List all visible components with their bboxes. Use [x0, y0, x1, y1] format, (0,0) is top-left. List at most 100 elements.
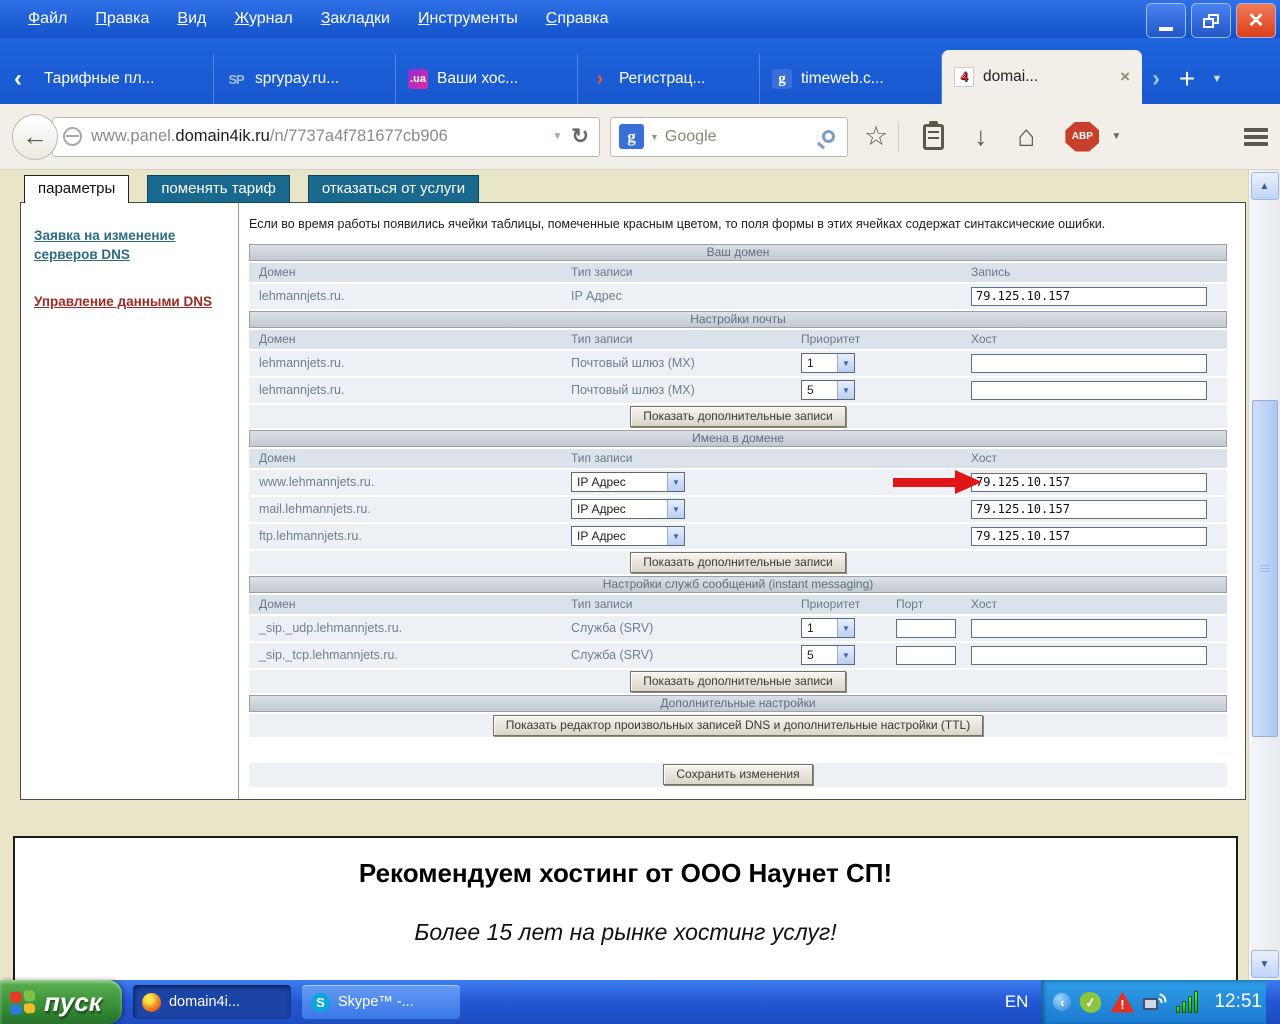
browser-tab-sprypay[interactable]: SP sprypay.ru... [214, 54, 396, 104]
show-additional-records-button[interactable]: Показать дополнительные записи [630, 670, 846, 692]
browser-tab-registration[interactable]: › Регистрац... [578, 54, 760, 104]
header-row: Домен Тип записи Приоритет Хост [249, 329, 1227, 349]
network-icon[interactable] [1143, 992, 1169, 1012]
record-type-select[interactable]: IP Адрес ▼ [571, 499, 685, 520]
menu-bookmarks[interactable]: Закладки [307, 3, 404, 35]
menu-tools[interactable]: Инструменты [404, 3, 532, 35]
host-input[interactable] [971, 645, 1207, 665]
menu-edit[interactable]: Правка [81, 3, 163, 35]
host-input[interactable] [971, 353, 1207, 373]
browser-tab-hosting-ua[interactable]: .ua Ваши хос... [396, 54, 578, 104]
close-button[interactable]: ✕ [1236, 3, 1276, 38]
start-button[interactable]: пуск [0, 980, 122, 1024]
domain-cell: _sip._udp.lehmannjets.ru. [259, 621, 403, 636]
search-engine-icon[interactable]: g [619, 124, 644, 149]
port-input[interactable] [896, 645, 956, 665]
search-engine-caret-icon[interactable]: ▼ [650, 132, 659, 142]
hide-icons-chevron-icon[interactable]: ‹ [1053, 993, 1072, 1011]
record-type-select[interactable]: IP Адрес ▼ [571, 472, 685, 493]
host-input[interactable] [971, 380, 1207, 400]
scroll-tabs-right-button[interactable]: › [1142, 54, 1170, 104]
minimize-button[interactable] [1146, 3, 1186, 38]
tab-close-icon[interactable]: × [1120, 67, 1130, 87]
new-tab-button[interactable]: + [1170, 54, 1204, 104]
downloads-icon[interactable]: ↓ [974, 121, 987, 152]
search-magnifier-icon[interactable] [822, 130, 835, 143]
domain-cell: www.lehmannjets.ru. [259, 475, 375, 490]
menu-help[interactable]: Справка [532, 3, 623, 35]
bookmark-star-icon[interactable]: ☆ [864, 121, 888, 152]
language-indicator[interactable]: EN [1005, 992, 1029, 1012]
taskbar-clock[interactable]: 12:51 [1214, 991, 1262, 1013]
sidebar-link-dns-servers-request[interactable]: Заявка на изменение серверов DNS [34, 227, 224, 265]
show-additional-records-button[interactable]: Показать дополнительные записи [630, 551, 846, 573]
site-identity-globe-icon[interactable] [63, 127, 82, 146]
priority-select[interactable]: 1 ▼ [801, 353, 855, 374]
scroll-up-button[interactable]: ▲ [1250, 172, 1279, 200]
warning-triangle-icon[interactable]: ! [1110, 991, 1135, 1013]
browser-tab-timeweb[interactable]: g timeweb.c... [760, 54, 942, 104]
back-button[interactable]: ← [12, 113, 58, 160]
record-input[interactable] [971, 286, 1207, 306]
minimize-icon [1159, 26, 1173, 31]
host-input[interactable] [971, 526, 1207, 546]
dns-panel: Заявка на изменение серверов DNS Управле… [20, 202, 1246, 800]
navigation-toolbar: ← www.panel.domain4ik.ru/n/7737a4f781677… [0, 104, 1280, 170]
scroll-down-button[interactable]: ▼ [1250, 950, 1279, 978]
url-text[interactable]: www.panel.domain4ik.ru/n/7737a4f781677cb… [91, 127, 543, 146]
tab-parameters[interactable]: параметры [24, 175, 130, 203]
taskbar: пуск domain4i... S Skype™ -... EN ‹ ✓ ! … [0, 980, 1280, 1024]
table-row: lehmannjets.ru. Почтовый шлюз (MX) 5 ▼ [249, 377, 1227, 403]
tab-cancel-service[interactable]: отказаться от услуги [307, 175, 480, 203]
show-dns-editor-button[interactable]: Показать редактор произвольных записей D… [492, 714, 984, 736]
search-box[interactable]: g ▼ [610, 116, 848, 157]
scrollbar-track[interactable] [1250, 202, 1279, 948]
url-dropdown-icon[interactable]: ▼ [552, 131, 562, 142]
save-changes-button[interactable]: Сохранить изменения [663, 764, 813, 786]
priority-select[interactable]: 5 ▼ [801, 380, 855, 401]
adblock-caret-icon[interactable]: ▼ [1111, 131, 1121, 142]
sprypay-favicon-icon: SP [228, 71, 244, 87]
menu-history[interactable]: Журнал [220, 3, 306, 35]
page-body: параметры поменять тариф отказаться от у… [0, 170, 1248, 980]
scroll-tabs-left-button[interactable]: ‹ [4, 54, 32, 104]
show-additional-records-button[interactable]: Показать дополнительные записи [630, 405, 846, 427]
search-input[interactable] [664, 127, 816, 146]
hamburger-menu-icon[interactable] [1244, 127, 1268, 146]
port-input[interactable] [896, 618, 956, 638]
domain-cell: mail.lehmannjets.ru. [259, 502, 371, 517]
host-input[interactable] [971, 472, 1207, 492]
section-title-additional-settings: Дополнительные настройки [249, 694, 1227, 712]
taskbar-item-skype[interactable]: S Skype™ -... [301, 985, 460, 1019]
button-row: Показать дополнительные записи [249, 550, 1227, 574]
skype-status-icon[interactable]: ✓ [1079, 990, 1103, 1014]
host-input[interactable] [971, 618, 1207, 638]
tab-change-tariff[interactable]: поменять тариф [147, 175, 290, 203]
priority-select[interactable]: 5 ▼ [801, 645, 855, 666]
home-icon[interactable]: ⌂ [1017, 120, 1035, 154]
record-type-cell: IP Адрес [571, 289, 622, 304]
button-row: Показать дополнительные записи [249, 404, 1227, 428]
reload-icon[interactable]: ↻ [571, 124, 589, 149]
host-input[interactable] [971, 499, 1207, 519]
browser-tab-tariffs[interactable]: Тарифные пл... [32, 54, 214, 104]
restore-button[interactable] [1191, 3, 1231, 38]
url-bar[interactable]: www.panel.domain4ik.ru/n/7737a4f781677cb… [52, 116, 600, 157]
list-all-tabs-button[interactable]: ▼ [1204, 54, 1230, 104]
record-type-select[interactable]: IP Адрес ▼ [571, 526, 685, 547]
select-caret-icon: ▼ [837, 381, 854, 400]
vertical-scrollbar[interactable]: ▲ ▼ [1248, 170, 1280, 980]
select-caret-icon: ▼ [837, 646, 854, 665]
adblock-plus-icon[interactable]: ABP [1065, 121, 1100, 152]
signal-bars-icon[interactable] [1176, 991, 1199, 1013]
menu-file[interactable]: Файл [14, 3, 81, 35]
browser-tab-domain4ik-active[interactable]: 4 domai... × [942, 50, 1142, 104]
scrollbar-thumb[interactable] [1251, 400, 1278, 737]
taskbar-item-firefox[interactable]: domain4i... [132, 985, 291, 1019]
table-row: _sip._udp.lehmannjets.ru. Служба (SRV) 1… [249, 615, 1227, 641]
table-row: _sip._tcp.lehmannjets.ru. Служба (SRV) 5… [249, 642, 1227, 668]
bookmarks-menu-icon[interactable] [923, 120, 945, 150]
sidebar-link-dns-data-management[interactable]: Управление данными DNS [34, 293, 224, 312]
menu-view[interactable]: Вид [163, 3, 220, 35]
priority-select[interactable]: 1 ▼ [801, 618, 855, 639]
